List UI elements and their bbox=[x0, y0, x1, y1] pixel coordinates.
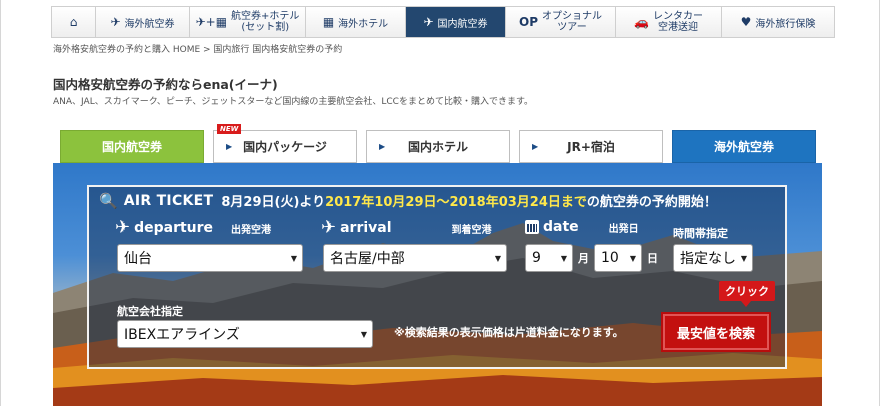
date-label: date 出発日 bbox=[525, 219, 639, 235]
nav-label: レンタカー bbox=[652, 11, 703, 22]
tab-domestic-hotel[interactable]: ▶ 国内ホテル bbox=[366, 130, 510, 163]
chevron-down-icon: ▼ bbox=[629, 254, 636, 263]
time-label: 時間帯指定 bbox=[673, 227, 728, 240]
nav-item-rental-car[interactable]: 🚗 レンタカー 空港送迎 bbox=[616, 7, 722, 37]
top-nav: ⌂ ✈ 海外航空券 ✈+▦ 航空券+ホテル (セット割) ▦ 海外ホテル ✈ 国… bbox=[51, 6, 835, 38]
air-ticket-search-panel: 🔍 AIR TICKET 8月29日(火)より 2017年10月29日〜2018年… bbox=[87, 185, 787, 369]
nav-sublabel: 空港送迎 bbox=[657, 22, 698, 33]
tab-label: JR+宿泊 bbox=[567, 140, 615, 154]
op-icon: OP bbox=[519, 15, 538, 29]
tab-label: 国内航空券 bbox=[101, 140, 162, 154]
nav-label: オプショナル bbox=[542, 11, 602, 22]
arrival-plane-icon: ✈ bbox=[321, 217, 337, 238]
nav-sublabel: ツアー bbox=[557, 22, 587, 33]
chevron-down-icon: ▼ bbox=[740, 254, 747, 263]
title-pre: 8月29日(火)より bbox=[221, 195, 326, 210]
price-note: ※検索結果の表示価格は片道料金になります。 bbox=[394, 326, 624, 339]
calendar-icon bbox=[525, 220, 539, 234]
search-lowest-price-button[interactable]: 最安値を検索 bbox=[661, 312, 771, 352]
nav-item-overseas-hotel[interactable]: ▦ 海外ホテル bbox=[306, 7, 406, 37]
airline-select[interactable]: IBEXエアラインズ ▼ bbox=[117, 320, 373, 348]
tab-label: 国内ホテル bbox=[407, 140, 468, 154]
air-ticket-label: AIR TICKET bbox=[123, 192, 214, 209]
chevron-down-icon: ▼ bbox=[560, 254, 567, 263]
month-select[interactable]: 9 ▼ bbox=[525, 244, 573, 272]
page-description: ANA、JAL、スカイマーク、ピーチ、ジェットスターなど国内線の主要航空会社、L… bbox=[53, 97, 534, 107]
time-select[interactable]: 指定なし ▼ bbox=[673, 244, 753, 272]
airline-label: 航空会社指定 bbox=[117, 305, 183, 318]
day-unit: 日 bbox=[647, 252, 658, 265]
tab-label: 国内パッケージ bbox=[243, 140, 327, 154]
page-frame: ⌂ ✈ 海外航空券 ✈+▦ 航空券+ホテル (セット割) ▦ 海外ホテル ✈ 国… bbox=[0, 0, 880, 406]
heart-icon: ♥ bbox=[740, 15, 752, 29]
title-highlight: 2017年10月29日〜2018年03月24日まで bbox=[325, 195, 587, 210]
arrival-select[interactable]: 名古屋/中部 ▼ bbox=[323, 244, 507, 272]
nav-label: 国内航空券 bbox=[437, 18, 488, 30]
nav-item-home[interactable]: ⌂ bbox=[52, 7, 96, 37]
plane-hotel-icon: ✈+▦ bbox=[195, 15, 228, 29]
page-title: 国内格安航空券の予約ならena(イーナ) bbox=[53, 77, 278, 92]
nav-label: 海外ホテル bbox=[338, 18, 389, 30]
arrow-right-icon: ▶ bbox=[379, 142, 386, 151]
departure-label: ✈ departure 出発空港 bbox=[115, 217, 272, 238]
tab-domestic-package[interactable]: ▶ 国内パッケージ bbox=[213, 130, 357, 163]
nav-item-domestic-flight[interactable]: ✈ 国内航空券 bbox=[406, 7, 506, 37]
breadcrumb[interactable]: 海外格安航空券の予約と購入 HOME > 国内旅行 国内格安航空券の予約 bbox=[53, 42, 342, 55]
car-icon: 🚗 bbox=[634, 15, 649, 29]
new-badge: NEW bbox=[217, 124, 242, 134]
nav-label: 海外航空券 bbox=[124, 18, 175, 30]
tab-overseas-flight[interactable]: 海外航空券 bbox=[672, 130, 816, 163]
departure-select[interactable]: 仙台 ▼ bbox=[117, 244, 303, 272]
chevron-down-icon: ▼ bbox=[494, 254, 501, 263]
departure-plane-icon: ✈ bbox=[115, 217, 131, 238]
tab-domestic-flight[interactable]: 国内航空券 bbox=[60, 130, 204, 163]
tab-jr-stay[interactable]: ▶ JR+宿泊 bbox=[519, 130, 663, 163]
arrival-label: ✈ arrival 到着空港 bbox=[321, 217, 492, 238]
title-post: の航空券の予約開始！ bbox=[586, 195, 717, 210]
domestic-plane-icon: ✈ bbox=[423, 15, 434, 29]
month-unit: 月 bbox=[578, 252, 589, 265]
nav-label: 航空券+ホテル bbox=[231, 11, 300, 22]
panel-title: 🔍 AIR TICKET 8月29日(火)より 2017年10月29日〜2018年… bbox=[99, 191, 717, 211]
nav-item-insurance[interactable]: ♥ 海外旅行保険 bbox=[722, 7, 834, 37]
nav-sublabel: (セット割) bbox=[241, 22, 290, 33]
product-tabs: 国内航空券 ▶ 国内パッケージ ▶ 国内ホテル ▶ JR+宿泊 海外航空券 bbox=[60, 130, 816, 163]
nav-label: 海外旅行保険 bbox=[755, 18, 816, 30]
arrow-right-icon: ▶ bbox=[226, 142, 233, 151]
nav-item-optional-tour[interactable]: OP オプショナル ツアー bbox=[506, 7, 616, 37]
chevron-down-icon: ▼ bbox=[360, 330, 367, 339]
nav-item-overseas-flight[interactable]: ✈ 海外航空券 bbox=[96, 7, 190, 37]
day-select[interactable]: 10 ▼ bbox=[594, 244, 642, 272]
arrow-right-icon: ▶ bbox=[532, 142, 539, 151]
nav-item-flight-hotel[interactable]: ✈+▦ 航空券+ホテル (セット割) bbox=[190, 7, 306, 37]
tab-label: 海外航空券 bbox=[713, 140, 774, 154]
home-icon: ⌂ bbox=[69, 15, 78, 29]
plane-icon: ✈ bbox=[110, 15, 121, 29]
hotel-icon: ▦ bbox=[322, 15, 335, 29]
chevron-down-icon: ▼ bbox=[290, 254, 297, 263]
search-icon: 🔍 bbox=[99, 191, 118, 210]
click-callout: クリック bbox=[719, 281, 775, 307]
